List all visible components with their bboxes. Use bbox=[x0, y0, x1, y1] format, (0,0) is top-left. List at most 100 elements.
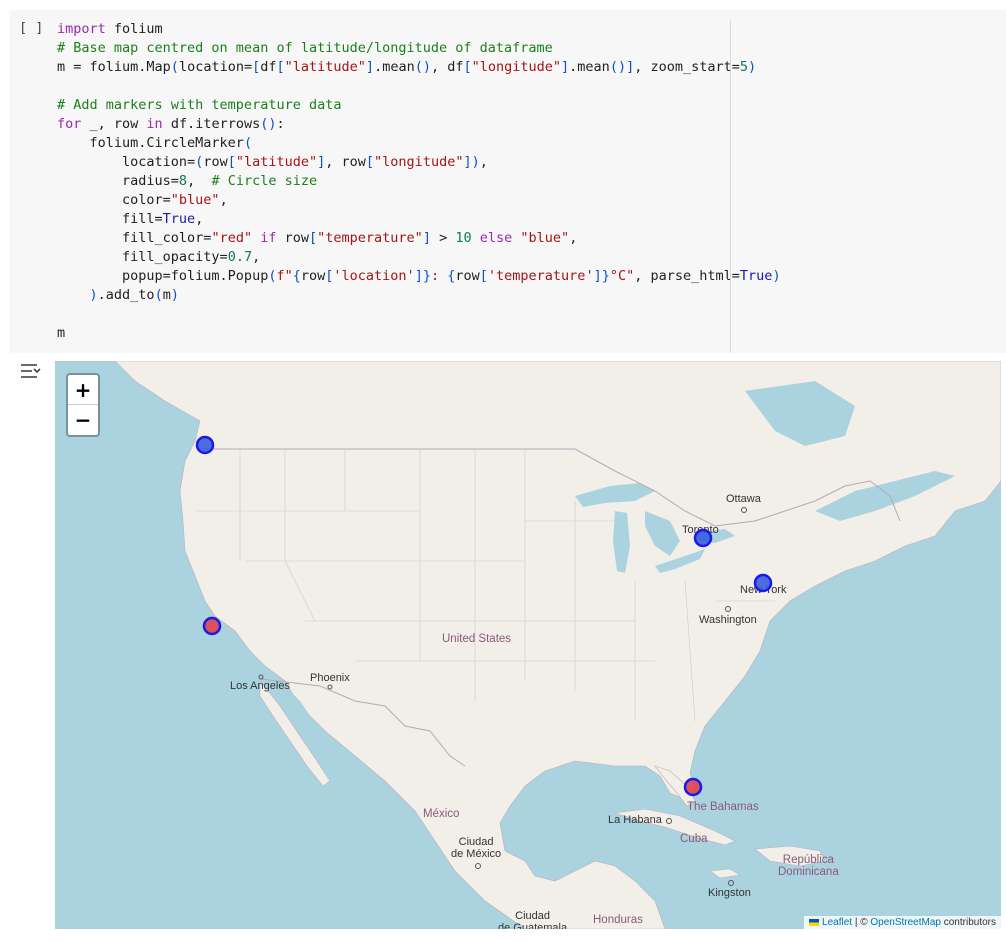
code-token: "blue" bbox=[520, 230, 570, 246]
code-token: color= bbox=[57, 192, 171, 208]
code-token: folium bbox=[105, 21, 163, 37]
city-dot-havana bbox=[666, 818, 672, 824]
zoom-in-button[interactable]: + bbox=[68, 375, 98, 405]
code-token: } bbox=[601, 268, 610, 284]
code-token: [ bbox=[276, 59, 285, 75]
osm-link[interactable]: OpenStreetMap bbox=[870, 917, 941, 928]
code-token: else bbox=[479, 230, 513, 246]
zoom-control: + − bbox=[66, 373, 100, 437]
code-token: , bbox=[569, 230, 578, 246]
code-token: } bbox=[422, 268, 431, 284]
code-token: folium.CircleMarker bbox=[57, 135, 244, 151]
code-token: , bbox=[219, 192, 228, 208]
code-line: m = folium.Map(location=[df["latitude"].… bbox=[57, 58, 781, 77]
ruler-line bbox=[730, 20, 731, 353]
code-line: fill=True, bbox=[57, 210, 781, 229]
code-token: , row bbox=[325, 154, 366, 170]
code-token: () bbox=[260, 116, 277, 132]
code-token: ] bbox=[626, 59, 635, 75]
code-token: .add_to bbox=[97, 287, 155, 303]
code-token: ] bbox=[422, 230, 431, 246]
code-token: () bbox=[609, 59, 627, 75]
code-line: fill_opacity=0.7, bbox=[57, 248, 781, 267]
code-token: row bbox=[203, 154, 228, 170]
code-token: .mean bbox=[374, 59, 415, 75]
code-token: ] bbox=[561, 59, 570, 75]
code-editor[interactable]: import folium # Base map centred on mean … bbox=[57, 20, 781, 343]
code-token: ] bbox=[414, 268, 423, 284]
code-token: # Add markers with temperature data bbox=[57, 97, 342, 113]
code-token: 0.7 bbox=[227, 249, 253, 265]
city-dot-mexico-city bbox=[475, 863, 481, 869]
city-dot-phoenix bbox=[327, 684, 333, 690]
code-token: m bbox=[57, 325, 66, 341]
ukraine-flag-icon bbox=[809, 918, 820, 926]
code-token: ( bbox=[154, 287, 163, 303]
code-token: ] bbox=[463, 154, 472, 170]
code-token: [ bbox=[479, 268, 488, 284]
folium-map[interactable]: Ottawa Toronto New York Washington Unite… bbox=[55, 361, 1001, 929]
code-token: if bbox=[260, 230, 277, 246]
code-token: °C" bbox=[609, 268, 635, 284]
code-token: radius= bbox=[57, 173, 179, 189]
code-token: fill_opacity= bbox=[57, 249, 228, 265]
code-token: .mean bbox=[569, 59, 610, 75]
code-token: , bbox=[187, 173, 212, 189]
city-dot-los-angeles bbox=[258, 674, 264, 680]
code-token: m bbox=[162, 287, 171, 303]
code-token: [ bbox=[463, 59, 472, 75]
leaflet-link[interactable]: Leaflet bbox=[822, 917, 852, 928]
code-line: location=(row["latitude"], row["longitud… bbox=[57, 153, 781, 172]
marker-layer bbox=[195, 435, 773, 886]
marker-miami[interactable] bbox=[683, 777, 703, 797]
code-token: : bbox=[276, 116, 285, 132]
code-token: for bbox=[57, 116, 82, 132]
code-token: ( bbox=[170, 59, 179, 75]
code-token: df bbox=[260, 59, 277, 75]
code-token: location= bbox=[178, 59, 253, 75]
code-token: # Base map centred on mean of latitude/l… bbox=[57, 40, 553, 56]
code-line: m bbox=[57, 324, 781, 343]
marker-vancouver[interactable] bbox=[195, 435, 215, 455]
code-token: 5 bbox=[739, 59, 749, 75]
code-token: > bbox=[430, 230, 456, 246]
marker-toronto[interactable] bbox=[693, 528, 713, 548]
code-token: True bbox=[739, 268, 773, 284]
code-token: , df bbox=[430, 59, 464, 75]
code-token: row bbox=[300, 268, 326, 284]
code-token: "longitude" bbox=[374, 154, 464, 170]
code-token: row bbox=[276, 230, 309, 246]
code-token: fill_color= bbox=[57, 230, 212, 246]
code-token: f" bbox=[276, 268, 293, 284]
code-token: # Circle size bbox=[211, 173, 318, 189]
run-cell-indicator[interactable]: [ ] bbox=[19, 20, 43, 36]
code-token: ) bbox=[170, 287, 179, 303]
code-token: 10 bbox=[455, 230, 472, 246]
code-token: 8 bbox=[178, 173, 188, 189]
code-line: color="blue", bbox=[57, 191, 781, 210]
code-token: m = folium.Map bbox=[57, 59, 171, 75]
zoom-out-button[interactable]: − bbox=[68, 405, 98, 435]
code-line: fill_color="red" if row["temperature"] >… bbox=[57, 229, 781, 248]
code-token: [ bbox=[365, 154, 375, 170]
marker-new-york[interactable] bbox=[753, 573, 773, 593]
code-token: : bbox=[430, 268, 448, 284]
code-token: () bbox=[414, 59, 431, 75]
code-token: "latitude" bbox=[284, 59, 366, 75]
code-line: folium.CircleMarker( bbox=[57, 134, 781, 153]
code-token: row bbox=[455, 268, 480, 284]
code-token: ) bbox=[772, 268, 781, 284]
code-token: [ bbox=[227, 154, 236, 170]
city-dot-washington bbox=[725, 606, 731, 612]
code-token: "latitude" bbox=[235, 154, 318, 170]
code-token: "blue" bbox=[170, 192, 220, 208]
map-attribution: Leaflet | © OpenStreetMap contributors bbox=[804, 916, 1001, 929]
marker-san-francisco[interactable] bbox=[202, 616, 222, 636]
output-options-icon[interactable] bbox=[20, 362, 42, 380]
code-token: , parse_html= bbox=[634, 268, 740, 284]
code-token: ( bbox=[243, 135, 253, 151]
